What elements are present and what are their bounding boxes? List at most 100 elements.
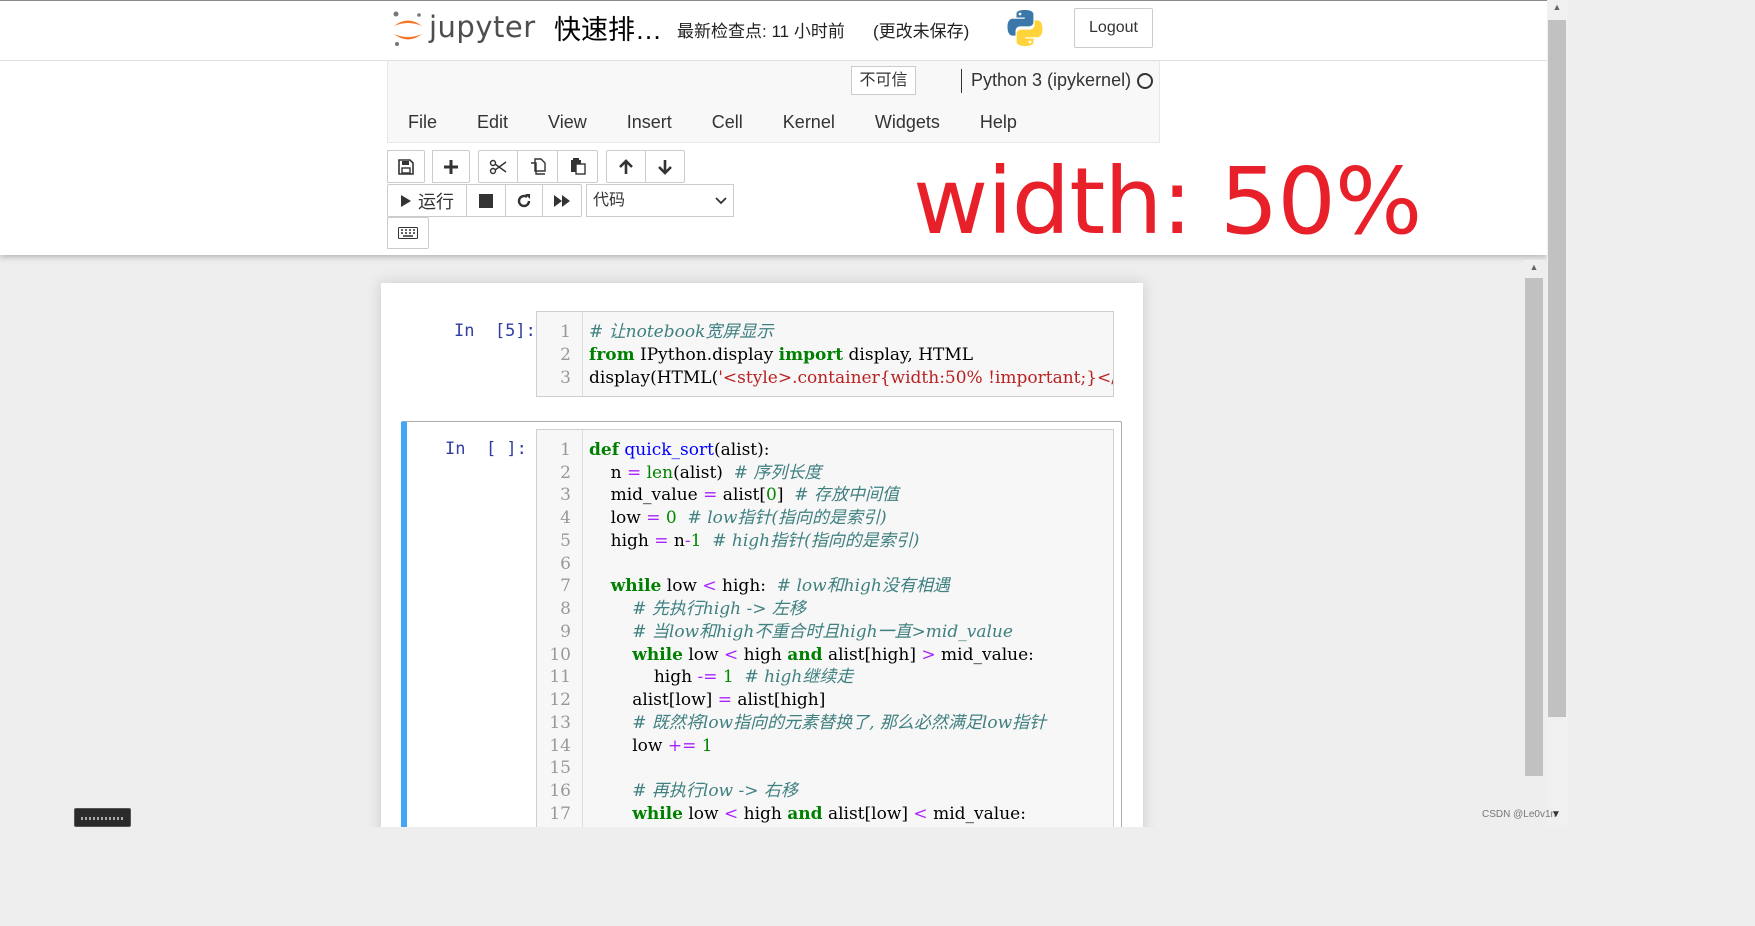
line-number: 3 [560,485,571,505]
cell-prompt: In [ ]: [445,439,527,459]
trust-badge[interactable]: 不可信 [851,66,916,95]
jupyter-logo[interactable]: jupyter [391,8,541,48]
menubar: File Edit View Insert Cell Kernel Widget… [388,109,1037,135]
kernel-name[interactable]: Python 3 (ipykernel) [971,70,1131,91]
move-group [606,150,685,183]
width-annotation: width: 50% [913,148,1422,255]
move-up-button[interactable] [606,150,646,183]
line-number: 1 [560,440,571,460]
edit-group [478,150,598,183]
menu-view[interactable]: View [528,109,607,135]
interrupt-button[interactable] [466,184,506,217]
keyboard-icon [398,227,418,239]
line-number: 8 [560,599,571,619]
line-number: 11 [549,667,571,687]
paste-button[interactable] [557,150,598,183]
kernel-divider [961,69,962,93]
menu-widgets[interactable]: Widgets [855,109,960,135]
line-number: 16 [549,781,571,801]
notebook-scrollbar-thumb[interactable] [1525,278,1543,776]
paste-icon [570,158,586,175]
jupyter-logo-icon [393,11,422,46]
code-line: # 既然将low指向的元素替换了, 那么必然满足low指针 [589,713,1047,733]
menubar-container: 不可信 Python 3 (ipykernel) File Edit View … [387,61,1160,143]
logout-button[interactable]: Logout [1074,8,1153,48]
copy-icon [530,158,546,175]
python-logo-icon [1007,10,1043,46]
run-button[interactable]: 运行 [387,184,467,217]
menu-help[interactable]: Help [960,109,1037,135]
line-number: 12 [549,690,571,710]
line-number: 5 [560,531,571,551]
menu-cell[interactable]: Cell [692,109,763,135]
line-number: 13 [549,713,571,733]
chevron-down-icon [715,197,727,205]
scroll-down-arrow-icon[interactable]: ▼ [1551,809,1561,820]
line-number: 17 [549,804,571,824]
line-number: 1 [560,322,571,342]
code-line: # 当low和high不重合时且high一直>mid_value [589,622,1013,642]
cell-type-value: 代码 [593,192,626,209]
code-line: low += 1 [589,736,713,756]
play-icon [401,194,411,207]
copy-button[interactable] [517,150,558,183]
menu-file[interactable]: File [388,109,457,135]
command-palette-button[interactable] [387,217,429,249]
menu-insert[interactable]: Insert [607,109,692,135]
code-line: alist[low] = alist[high] [589,690,826,710]
plus-icon [444,159,458,174]
taskbar-window-thumbnail[interactable] [74,808,131,827]
page-scrollbar-thumb[interactable] [1548,20,1566,717]
jupyter-notebook-window: jupyter 快速排… 最新检查点: 11 小时前 (更改未保存) Logou… [0,0,1568,827]
save-button[interactable] [387,150,425,183]
code-line: high = n-1 # high指针(指向的是索引) [589,531,920,551]
code-line: # 再执行low -> 右移 [589,781,798,801]
thumbnail-preview-icon [81,817,125,820]
line-number: 9 [560,622,571,642]
line-number: 15 [549,758,571,778]
code-editor[interactable]: 1 2 3 4 5 6 7 8 9 10 11 12 13 14 15 16 1… [536,429,1114,827]
autosave-status: (更改未保存) [873,22,970,41]
code-line: display(HTML('<style>.container{width:50… [589,368,1114,388]
notebook-title[interactable]: 快速排… [554,8,662,47]
line-number: 6 [560,554,571,574]
watermark: CSDN @Le0v1n [1482,809,1557,820]
keyboard-group [387,217,429,249]
run-label: 运行 [418,191,454,212]
fast-forward-icon [554,194,570,207]
code-line: def quick_sort(alist): [589,440,770,460]
code-editor[interactable]: 1 2 3 # 让notebook宽屏显示 from IPython.displ… [536,311,1114,397]
run-group: 运行 [387,184,582,217]
top-border [0,0,1547,1]
scissors-icon [489,159,507,174]
cell-type-dropdown[interactable]: 代码 [586,184,734,217]
code-line: high -= 1 # high继续走 [589,667,854,687]
code-line: while low < high: # low和high没有相遇 [610,576,950,596]
page-scroll-up-arrow-icon[interactable]: ▲ [1550,2,1564,16]
notebook-header: jupyter 快速排… 最新检查点: 11 小时前 (更改未保存) Logou… [0,0,1547,255]
code-line: # 让notebook宽屏显示 [589,322,774,342]
cut-button[interactable] [478,150,518,183]
arrow-up-icon [619,158,633,174]
scroll-up-arrow-icon[interactable]: ▲ [1527,262,1541,274]
menu-edit[interactable]: Edit [457,109,528,135]
code-line: from IPython.display import display, HTM… [589,345,974,365]
restart-run-all-button[interactable] [542,184,582,217]
code-line: n = len(alist) # 序列长度 [589,463,822,483]
move-down-button[interactable] [645,150,685,183]
line-number: 2 [560,345,571,365]
line-number: 3 [560,368,571,388]
stop-icon [479,193,493,208]
code-line: # 先执行high -> 左移 [589,599,806,619]
code-line: while low < high and alist[high] > mid_v… [632,645,1034,665]
restart-icon [517,193,531,207]
restart-button[interactable] [505,184,543,217]
code-line: low = 0 # low指针(指向的是索引) [589,508,887,528]
line-number: 2 [560,463,571,483]
menu-kernel[interactable]: Kernel [763,109,855,135]
save-icon [398,158,414,175]
insert-cell-button[interactable] [432,150,470,183]
jupyter-logo-text: jupyter [429,10,536,44]
checkpoint-status: 最新检查点: 11 小时前 [677,22,845,41]
line-number: 4 [560,508,571,528]
